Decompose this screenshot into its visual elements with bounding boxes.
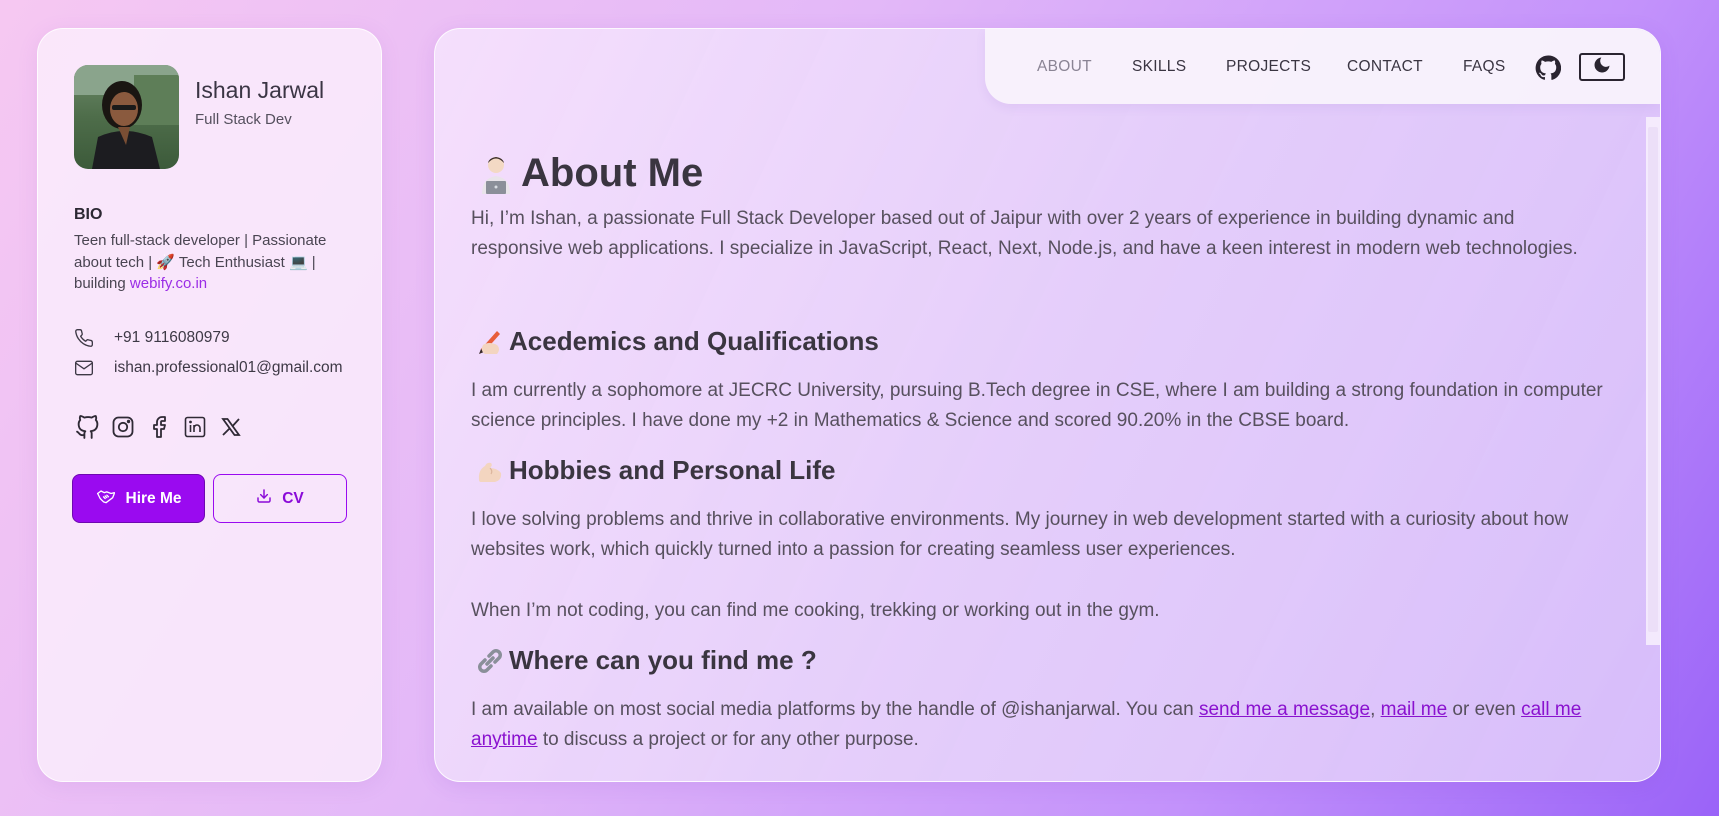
download-icon <box>256 488 272 509</box>
laptop-icon: 💻 <box>288 252 308 271</box>
find-me-text: to discuss a project or for any other pu… <box>542 729 919 750</box>
linkedin-icon[interactable] <box>182 414 208 440</box>
intro-paragraph: Hi, I’m Ishan, a passionate Full Stack D… <box>471 208 1578 259</box>
x-icon[interactable] <box>218 414 244 440</box>
webify-link[interactable]: webify.co.in <box>130 275 207 292</box>
email-address: ishan.professional01@gmail.com <box>114 359 343 376</box>
profile-role: Full Stack Dev <box>195 111 292 128</box>
hobbies-paragraph-2: When I’m not coding, you can find me coo… <box>471 600 1160 621</box>
technologist-icon <box>477 154 515 194</box>
bio-text: Teen full-stack developer | Passionate a… <box>74 230 344 295</box>
phone-row[interactable]: +91 9116080979 <box>74 328 230 348</box>
nav-skills[interactable]: SKILLS <box>1132 58 1186 76</box>
find-me-heading: Where can you find me ? <box>475 645 817 676</box>
theme-toggle-button[interactable] <box>1579 53 1625 81</box>
bio-title: BIO <box>74 206 103 223</box>
main-panel: ABOUT SKILLS PROJECTS CONTACT FAQS About… <box>434 28 1661 782</box>
writing-hand-icon <box>475 327 505 357</box>
bio-text-part: Tech Enthusiast <box>174 253 289 271</box>
academics-heading: Acedemics and Qualifications <box>475 326 879 357</box>
phone-number: +91 9116080979 <box>114 329 230 346</box>
hobbies-heading: Hobbies and Personal Life <box>475 455 836 486</box>
send-message-link[interactable]: send me a message <box>1199 699 1370 720</box>
email-row[interactable]: ishan.professional01@gmail.com <box>74 358 343 378</box>
github-icon[interactable] <box>1535 55 1562 81</box>
find-me-text: , <box>1370 699 1381 720</box>
hobbies-paragraph: I love solving problems and thrive in co… <box>471 509 1569 560</box>
flexed-biceps-icon <box>475 456 505 486</box>
link-icon <box>475 646 505 676</box>
social-links <box>74 414 244 440</box>
cv-label: CV <box>282 489 304 507</box>
github-icon[interactable] <box>74 414 100 440</box>
moon-icon <box>1592 55 1612 80</box>
profile-name: Ishan Jarwal <box>195 77 325 103</box>
academics-heading-text: Acedemics and Qualifications <box>509 326 879 356</box>
nav-projects[interactable]: PROJECTS <box>1226 58 1311 76</box>
find-me-paragraph: I am available on most social media plat… <box>471 695 1611 755</box>
find-me-text: or even <box>1447 699 1522 720</box>
scrollbar[interactable] <box>1646 117 1660 645</box>
academics-paragraph: I am currently a sophomore at JECRC Univ… <box>471 380 1603 431</box>
phone-icon <box>74 328 96 348</box>
mail-me-link[interactable]: mail me <box>1381 699 1448 720</box>
nav-faqs[interactable]: FAQS <box>1463 58 1506 76</box>
facebook-icon[interactable] <box>146 414 172 440</box>
top-navbar: ABOUT SKILLS PROJECTS CONTACT FAQS <box>985 29 1660 104</box>
hobbies-heading-text: Hobbies and Personal Life <box>509 455 836 485</box>
handshake-icon <box>96 487 116 510</box>
profile-card: Ishan Jarwal Full Stack Dev BIO Teen ful… <box>37 28 382 782</box>
rocket-icon: 🚀 <box>156 252 175 271</box>
nav-about[interactable]: ABOUT <box>1037 58 1092 76</box>
download-cv-button[interactable]: CV <box>213 474 347 523</box>
find-me-text: I am available on most social media plat… <box>471 699 1199 720</box>
avatar <box>74 65 179 169</box>
hire-me-button[interactable]: Hire Me <box>72 474 205 523</box>
page-title: About Me <box>477 151 703 196</box>
hire-me-label: Hire Me <box>125 489 182 507</box>
mail-icon <box>74 358 96 378</box>
page-title-text: About Me <box>521 151 704 195</box>
find-me-heading-text: Where can you find me ? <box>509 645 817 675</box>
nav-contact[interactable]: CONTACT <box>1347 58 1423 76</box>
instagram-icon[interactable] <box>110 414 136 440</box>
scrollbar-thumb[interactable] <box>1648 127 1658 632</box>
